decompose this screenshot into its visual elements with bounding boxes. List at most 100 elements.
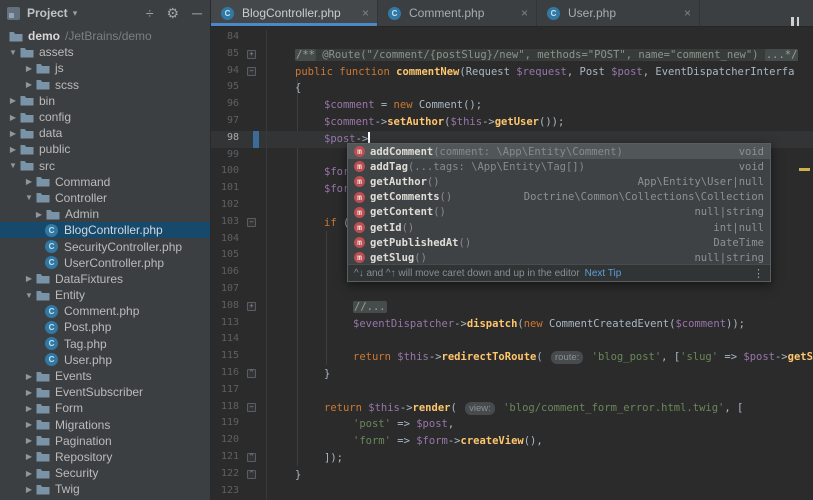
gutter[interactable]: 115	[211, 349, 267, 366]
chevron-down-icon[interactable]: ▼	[7, 161, 19, 170]
gutter[interactable]: 95	[211, 80, 267, 97]
gutter[interactable]: 107	[211, 282, 267, 299]
tree-item-public[interactable]: ▶public	[0, 141, 210, 157]
tree-item-controller[interactable]: ▼Controller	[0, 190, 210, 206]
gutter[interactable]: 121^	[211, 450, 267, 467]
code-line-118[interactable]: 118−return $this->render( view: 'blog/co…	[211, 400, 813, 417]
divider-settings-icon[interactable]: ÷	[146, 6, 154, 20]
tree-item-eventsubscriber[interactable]: ▶EventSubscriber	[0, 384, 210, 400]
gutter[interactable]: 120	[211, 433, 267, 450]
chevron-right-icon[interactable]: ▶	[7, 129, 19, 138]
completion-item-addComment[interactable]: maddComment(comment: \App\Entity\Comment…	[348, 144, 770, 159]
code-line-119[interactable]: 119'post' => $post,	[211, 416, 813, 433]
tree-item-migrations[interactable]: ▶Migrations	[0, 417, 210, 433]
chevron-right-icon[interactable]: ▶	[7, 145, 19, 154]
chevron-down-icon[interactable]: ▼	[23, 291, 35, 300]
fold-marker-icon[interactable]: ^	[247, 453, 256, 462]
fold-marker-icon[interactable]: −	[247, 403, 256, 412]
gutter[interactable]: 117	[211, 383, 267, 400]
chevron-right-icon[interactable]: ▶	[23, 274, 35, 283]
gutter[interactable]: 105	[211, 248, 267, 265]
tree-item-scss[interactable]: ▶scss	[0, 77, 210, 93]
gutter[interactable]: 123	[211, 484, 267, 500]
tree-item-datafixtures[interactable]: ▶DataFixtures	[0, 271, 210, 287]
tree-item-config[interactable]: ▶config	[0, 109, 210, 125]
tree-item-assets[interactable]: ▼assets	[0, 44, 210, 60]
gutter[interactable]: 118−	[211, 400, 267, 417]
code-line-94[interactable]: 94−public function commentNew(Request $r…	[211, 64, 813, 81]
gutter[interactable]: 94−	[211, 64, 267, 81]
gutter[interactable]: 100	[211, 164, 267, 181]
tree-item-events[interactable]: ▶Events	[0, 368, 210, 384]
gutter[interactable]: 84	[211, 30, 267, 47]
editor-tab-blogcontroller-php[interactable]: CBlogController.php×	[211, 0, 378, 26]
fold-marker-icon[interactable]: ^	[247, 369, 256, 378]
gutter[interactable]: 113	[211, 316, 267, 333]
tree-item-post-php[interactable]: CPost.php	[0, 319, 210, 335]
gear-icon[interactable]: ⚙	[167, 6, 180, 20]
folded-region[interactable]: /** @Route("/comment/{postSlug}/new", me…	[295, 49, 798, 61]
gutter[interactable]: 98	[211, 131, 267, 148]
gutter[interactable]: 119	[211, 416, 267, 433]
gutter[interactable]: 106	[211, 265, 267, 282]
gutter[interactable]: 108+	[211, 299, 267, 316]
project-panel-title[interactable]: Project	[27, 6, 68, 20]
completion-item-getAuthor[interactable]: mgetAuthor()App\Entity\User|null	[348, 174, 770, 189]
gutter[interactable]: 103−	[211, 215, 267, 232]
close-icon[interactable]: ×	[362, 6, 369, 20]
gutter[interactable]: 102	[211, 198, 267, 215]
chevron-down-icon[interactable]: ▼	[7, 48, 19, 57]
code-line-122[interactable]: 122^}	[211, 467, 813, 484]
code-line-97[interactable]: 97$comment->setAuthor($this->getUser());	[211, 114, 813, 131]
tree-item-twig[interactable]: ▶Twig	[0, 481, 210, 497]
completion-item-getComments[interactable]: mgetComments()Doctrine\Common\Collection…	[348, 190, 770, 205]
chevron-right-icon[interactable]: ▶	[7, 96, 19, 105]
code-line-84[interactable]: 84	[211, 30, 813, 47]
tree-item-security[interactable]: ▶Security	[0, 465, 210, 481]
tree-item-securitycontroller-php[interactable]: CSecurityController.php	[0, 238, 210, 254]
hide-panel-icon[interactable]: ─	[192, 6, 202, 20]
completion-item-getSlug[interactable]: mgetSlug()null|string	[348, 250, 770, 264]
code-line-95[interactable]: 95{	[211, 80, 813, 97]
code-line-108[interactable]: 108+//...	[211, 299, 813, 316]
gutter[interactable]: 99	[211, 148, 267, 165]
code-line-113[interactable]: 113$eventDispatcher->dispatch(new Commen…	[211, 316, 813, 333]
completion-item-getId[interactable]: mgetId()int|null	[348, 220, 770, 235]
tree-item-src[interactable]: ▼src	[0, 158, 210, 174]
tree-item-bin[interactable]: ▶bin	[0, 93, 210, 109]
gutter[interactable]: 96	[211, 97, 267, 114]
completion-item-addTag[interactable]: maddTag(...tags: \App\Entity\Tag[])void	[348, 159, 770, 174]
close-icon[interactable]: ×	[521, 6, 528, 20]
gutter[interactable]: 122^	[211, 467, 267, 484]
editor-tab-user-php[interactable]: CUser.php×	[537, 0, 700, 26]
tree-item-pagination[interactable]: ▶Pagination	[0, 433, 210, 449]
fold-marker-icon[interactable]: −	[247, 218, 256, 227]
code-line-116[interactable]: 116^}	[211, 366, 813, 383]
tree-item-data[interactable]: ▶data	[0, 125, 210, 141]
fold-marker-icon[interactable]: +	[247, 50, 256, 59]
next-tip-link[interactable]: Next Tip	[585, 268, 622, 279]
chevron-right-icon[interactable]: ▶	[23, 80, 35, 89]
chevron-right-icon[interactable]: ▶	[23, 485, 35, 494]
chevron-right-icon[interactable]: ▶	[23, 372, 35, 381]
close-icon[interactable]: ×	[684, 6, 691, 20]
chevron-down-icon[interactable]: ▼	[23, 193, 35, 202]
chevron-right-icon[interactable]: ▶	[23, 404, 35, 413]
chevron-right-icon[interactable]: ▶	[33, 210, 45, 219]
gutter[interactable]: 85+	[211, 47, 267, 64]
code-line-121[interactable]: 121^]);	[211, 450, 813, 467]
code-line-115[interactable]: 115return $this->redirectToRoute( route:…	[211, 349, 813, 366]
gutter[interactable]: 116^	[211, 366, 267, 383]
chevron-right-icon[interactable]: ▶	[7, 113, 19, 122]
tree-item-tag-php[interactable]: CTag.php	[0, 336, 210, 352]
tree-item-admin[interactable]: ▶Admin	[0, 206, 210, 222]
chevron-right-icon[interactable]: ▶	[23, 436, 35, 445]
gutter[interactable]: 97	[211, 114, 267, 131]
tree-item-repository[interactable]: ▶Repository	[0, 449, 210, 465]
fold-marker-icon[interactable]: ^	[247, 470, 256, 479]
more-options-icon[interactable]: ⋮	[753, 267, 764, 280]
fold-marker-icon[interactable]: −	[247, 67, 256, 76]
tree-item-user-php[interactable]: CUser.php	[0, 352, 210, 368]
gutter[interactable]: 104	[211, 232, 267, 249]
tree-item-demo[interactable]: demo/JetBrains/demo	[0, 28, 210, 44]
